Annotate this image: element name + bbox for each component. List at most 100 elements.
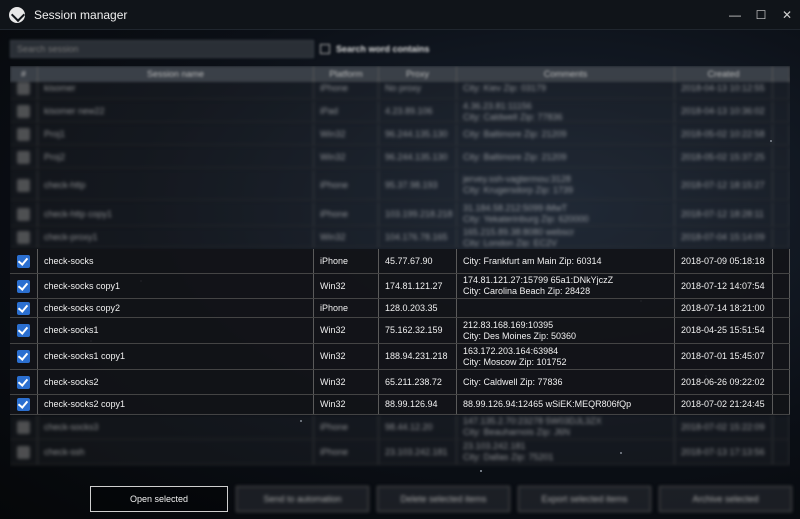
row-checkbox[interactable]	[17, 301, 30, 315]
delete-selected-button[interactable]: Delete selected items	[377, 486, 510, 512]
comment-line-2: City: Beauharnois Zip: J6N	[463, 427, 571, 437]
comment-line-1: 4.36.23.81:11156	[463, 101, 532, 111]
table-row[interactable]: check-socks3 iPhone 98.44.12.20 147.135.…	[10, 415, 790, 440]
extra-cell	[773, 228, 790, 247]
created-date: 2018-07-09 05:18:18	[681, 255, 765, 266]
session-name: check-socks copy1	[44, 280, 121, 291]
created-date: 2018-07-04 15:14:09	[681, 232, 765, 242]
row-checkbox[interactable]	[17, 350, 30, 363]
proxy: 104.176.78.165	[385, 232, 448, 242]
row-select-cell[interactable]	[10, 299, 38, 317]
table-row[interactable]: check-socks2 Win32 65.211.238.72 City: C…	[10, 370, 790, 395]
table-row[interactable]: check-socks1 copy1 Win32 188.94.231.218 …	[10, 344, 790, 370]
table-row[interactable]: check-socks2 copy1 Win32 88.99.126.94 88…	[10, 395, 790, 415]
table-row[interactable]: check-http copy1 iPhone 103.199.218.218 …	[10, 202, 790, 227]
extra-cell	[773, 202, 790, 226]
search-contains-checkbox[interactable]	[320, 44, 330, 54]
table-row[interactable]: Proj1 Win32 96.244.135.130 City: Baltimo…	[10, 124, 790, 146]
comment-line-2: City: Dallas Zip: 75201	[463, 452, 554, 462]
platform: Win32	[320, 280, 346, 291]
row-checkbox[interactable]	[17, 420, 30, 434]
created-cell: 2018-05-02 15:37:25	[675, 147, 773, 168]
row-checkbox[interactable]	[17, 254, 30, 268]
export-selected-button[interactable]: Export selected items	[518, 486, 651, 512]
proxy: 4.23.89.106	[385, 106, 433, 116]
extra-cell	[773, 370, 790, 394]
search-contains-label: Search word contains	[336, 44, 430, 54]
row-select-cell[interactable]	[10, 415, 38, 439]
platform-cell: Win32	[314, 344, 379, 369]
table-row[interactable]: check-socks1 Win32 75.162.32.159 212.83.…	[10, 318, 790, 344]
row-checkbox[interactable]	[17, 178, 30, 192]
row-checkbox[interactable]	[17, 207, 30, 221]
platform-cell: iPhone	[314, 202, 379, 226]
minimize-button[interactable]: —	[722, 0, 748, 30]
row-select-cell[interactable]	[10, 124, 38, 145]
table-row[interactable]: Proj2 Win32 96.244.135.130 City: Baltimo…	[10, 147, 790, 169]
action-bar: Open selected Send to automation Delete …	[0, 486, 800, 512]
row-checkbox[interactable]	[17, 375, 30, 389]
row-select-cell[interactable]	[10, 274, 38, 298]
row-select-cell[interactable]	[10, 78, 38, 99]
row-checkbox[interactable]	[17, 82, 30, 95]
open-selected-button[interactable]: Open selected	[90, 486, 228, 512]
proxy-cell: 65.211.238.72	[379, 370, 457, 394]
close-button[interactable]: ✕	[774, 0, 800, 30]
comment-line-1: jervey.ssh-vagtermou:3128	[463, 174, 571, 184]
search-contains-option[interactable]: Search word contains	[320, 44, 430, 54]
comment-line-2: City: Carolina Beach Zip: 28428	[463, 286, 591, 296]
platform: Win32	[320, 399, 346, 409]
created-date: 2018-07-12 14:07:54	[681, 280, 765, 291]
send-to-automation-button[interactable]: Send to automation	[236, 486, 369, 512]
row-checkbox[interactable]	[17, 324, 30, 337]
table-row[interactable]: check-socks copy2 iPhone 128.0.203.35 20…	[10, 299, 790, 318]
table-row[interactable]: check-http iPhone 95.37.98.193 jervey.ss…	[10, 170, 790, 201]
table-row[interactable]: check-ssh iPhone 23.103.242.181 23.103.2…	[10, 440, 790, 465]
row-checkbox[interactable]	[17, 279, 30, 293]
row-select-cell[interactable]	[10, 170, 38, 200]
row-select-cell[interactable]	[10, 440, 38, 464]
row-checkbox[interactable]	[17, 105, 30, 118]
session-name: check-http	[44, 179, 86, 190]
platform-cell: Win32	[314, 318, 379, 343]
comments-cell	[457, 299, 675, 317]
row-select-cell[interactable]	[10, 147, 38, 168]
session-name-cell: kisomer new22	[38, 101, 314, 122]
table-row[interactable]: kisomer iPhone No proxy City: Kiev Zip: …	[10, 78, 790, 100]
table-row[interactable]: kisomer new22 iPad 4.23.89.106 4.36.23.8…	[10, 101, 790, 123]
app-logo-icon	[9, 6, 25, 23]
comments-cell: 147.135.2.70:23278 5W03DJL3ZX City: Beau…	[457, 415, 675, 439]
row-checkbox[interactable]	[17, 231, 30, 244]
row-select-cell[interactable]	[10, 318, 38, 343]
maximize-button[interactable]: ☐	[748, 0, 774, 30]
proxy-cell: 23.103.242.181	[379, 440, 457, 464]
row-select-cell[interactable]	[10, 344, 38, 369]
row-select-cell[interactable]	[10, 249, 38, 273]
proxy: 174.81.121.27	[385, 280, 443, 291]
session-name-cell: check-ssh	[38, 440, 314, 464]
row-select-cell[interactable]	[10, 395, 38, 414]
row-checkbox[interactable]	[17, 128, 30, 141]
row-checkbox[interactable]	[17, 151, 30, 164]
table-row[interactable]: check-socks iPhone 45.77.67.90 City: Fra…	[10, 249, 790, 274]
proxy: 188.94.231.218	[385, 351, 448, 361]
row-select-cell[interactable]	[10, 202, 38, 226]
sessions-table: # Session name Platform Proxy Comments C…	[10, 66, 790, 480]
row-checkbox[interactable]	[17, 445, 30, 459]
row-select-cell[interactable]	[10, 228, 38, 247]
comments-cell: 174.81.121.27:15799 65a1:DNkYjczZ City: …	[457, 274, 675, 298]
extra-cell	[773, 78, 790, 99]
platform: Win32	[320, 376, 346, 387]
row-checkbox[interactable]	[17, 398, 30, 411]
row-select-cell[interactable]	[10, 101, 38, 122]
table-row[interactable]: check-proxy1 Win32 104.176.78.165 165.21…	[10, 228, 790, 248]
comment-line-2: City: London Zip: EC2V	[463, 237, 558, 248]
archive-selected-button[interactable]: Archive selected	[659, 486, 792, 512]
search-input[interactable]	[10, 40, 314, 58]
proxy: No proxy	[385, 83, 422, 93]
table-row[interactable]: check-socks copy1 Win32 174.81.121.27 17…	[10, 274, 790, 299]
created-cell: 2018-04-25 15:51:54	[675, 318, 773, 343]
session-name-cell: check-socks2 copy1	[38, 395, 314, 414]
extra-cell	[773, 170, 790, 200]
row-select-cell[interactable]	[10, 370, 38, 394]
